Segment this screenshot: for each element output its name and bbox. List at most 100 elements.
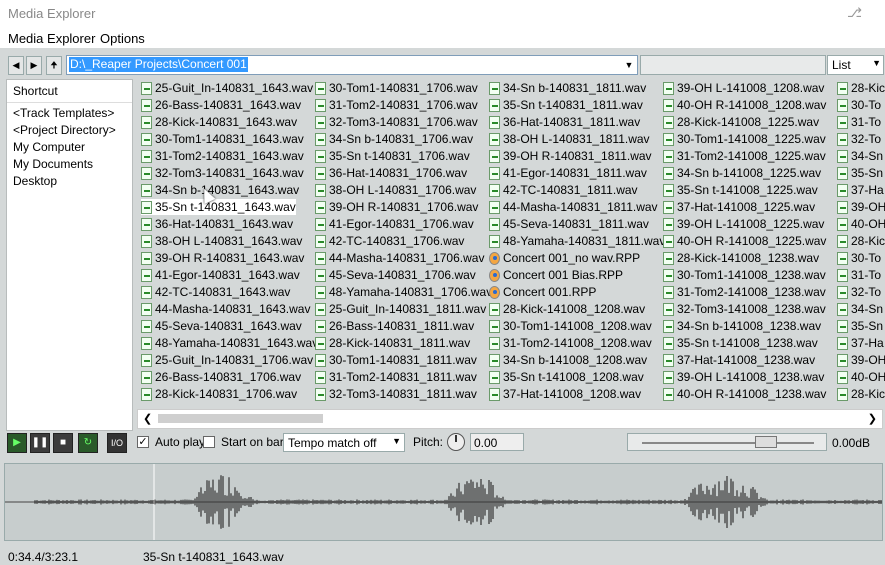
file-item[interactable]: 39-OH L-141008_1208.wav bbox=[663, 80, 824, 96]
file-item[interactable]: 34-Sn b-141008_1225.wav bbox=[663, 165, 821, 181]
file-item[interactable]: 25-Guit_In-140831_1811.wav bbox=[315, 301, 486, 317]
path-input[interactable]: D:\_Reaper Projects\Concert 001 ▼ bbox=[66, 55, 638, 75]
file-item[interactable]: 26-Bass-140831_1811.wav bbox=[315, 318, 474, 334]
stop-button[interactable]: ■ bbox=[53, 433, 73, 453]
file-item[interactable]: 41-Egor-140831_1643.wav bbox=[141, 267, 300, 283]
file-item[interactable]: 40-OH R-141008_1225.wav bbox=[663, 233, 826, 249]
file-item[interactable]: 40-OH bbox=[837, 216, 885, 232]
file-item[interactable]: 44-Masha-140831_1811.wav bbox=[489, 199, 658, 215]
file-item[interactable]: 37-Hat-141008_1238.wav bbox=[663, 352, 815, 368]
file-item[interactable]: 39-OH R-140831_1643.wav bbox=[141, 250, 304, 266]
file-item[interactable]: 34-Sn b-140831_1643.wav bbox=[141, 182, 299, 198]
file-item[interactable]: 37-Ha bbox=[837, 335, 884, 351]
file-item[interactable]: 28-Kic bbox=[837, 386, 885, 402]
file-item[interactable]: 28-Kick-141008_1225.wav bbox=[663, 114, 819, 130]
waveform-display[interactable] bbox=[4, 463, 883, 541]
file-item[interactable]: 42-TC-140831_1643.wav bbox=[141, 284, 290, 300]
file-item[interactable]: 26-Bass-140831_1706.wav bbox=[141, 369, 301, 385]
file-item[interactable]: 30-Tom1-140831_1706.wav bbox=[315, 80, 478, 96]
file-item[interactable]: 42-TC-140831_1811.wav bbox=[489, 182, 638, 198]
file-item[interactable]: 28-Kick-140831_1706.wav bbox=[141, 386, 297, 402]
file-item[interactable]: 37-Ha bbox=[837, 182, 884, 198]
io-button[interactable]: I/O bbox=[107, 433, 127, 453]
file-item[interactable]: 30-Tom1-141008_1238.wav bbox=[663, 267, 826, 283]
file-item[interactable]: 31-Tom2-141008_1225.wav bbox=[663, 148, 826, 164]
forward-icon[interactable]: ▶ bbox=[26, 56, 42, 75]
volume-slider[interactable] bbox=[627, 433, 827, 451]
file-item[interactable]: 28-Kick-140831_1643.wav bbox=[141, 114, 297, 130]
file-item[interactable]: 39-OH R-140831_1811.wav bbox=[489, 148, 652, 164]
file-item[interactable]: 32-Tom3-140831_1706.wav bbox=[315, 114, 478, 130]
file-item[interactable]: 32-To bbox=[837, 284, 881, 300]
file-item[interactable]: 40-OH bbox=[837, 369, 885, 385]
scroll-thumb[interactable] bbox=[158, 414, 323, 423]
file-item[interactable]: 45-Seva-140831_1706.wav bbox=[315, 267, 476, 283]
file-item[interactable]: 35-Sn bbox=[837, 165, 883, 181]
pause-button[interactable]: ❚❚ bbox=[30, 433, 50, 453]
file-item[interactable]: 28-Kick-141008_1238.wav bbox=[663, 250, 819, 266]
file-item[interactable]: 38-OH L-140831_1706.wav bbox=[315, 182, 476, 198]
file-item[interactable]: 35-Sn t-140831_1643.wav bbox=[141, 199, 296, 215]
file-item[interactable]: 30-To bbox=[837, 250, 881, 266]
volume-thumb[interactable] bbox=[754, 436, 777, 448]
file-item[interactable]: 28-Kick-141008_1208.wav bbox=[489, 301, 645, 317]
autoplay-checkbox[interactable]: ✓ bbox=[137, 436, 149, 448]
file-item[interactable]: 40-OH R-141008_1238.wav bbox=[663, 386, 826, 402]
sidebar-item-project-directory[interactable]: <Project Directory> bbox=[13, 123, 116, 137]
file-item[interactable]: 39-OH bbox=[837, 352, 885, 368]
horizontal-scrollbar[interactable]: ❮ ❯ bbox=[137, 409, 883, 429]
search-input[interactable] bbox=[640, 55, 826, 75]
file-item[interactable]: 36-Hat-140831_1643.wav bbox=[141, 216, 293, 232]
menu-media-explorer[interactable]: Media Explorer bbox=[8, 31, 95, 46]
file-item[interactable]: 31-To bbox=[837, 114, 881, 130]
file-item[interactable]: 48-Yamaha-140831_1706.wav bbox=[315, 284, 492, 300]
file-item[interactable]: 26-Bass-140831_1643.wav bbox=[141, 97, 301, 113]
file-item[interactable]: Concert 001 Bias.RPP bbox=[489, 267, 623, 283]
file-item[interactable]: 28-Kic bbox=[837, 233, 885, 249]
file-item[interactable]: 25-Guit_In-140831_1706.wav bbox=[141, 352, 313, 368]
sidebar-item-track-templates[interactable]: <Track Templates> bbox=[13, 106, 114, 120]
file-item[interactable]: Concert 001_no wav.RPP bbox=[489, 250, 640, 266]
file-item[interactable]: 34-Sn bbox=[837, 301, 883, 317]
sidebar-item-shortcut[interactable]: Shortcut bbox=[13, 84, 58, 98]
file-item[interactable]: 31-Tom2-140831_1706.wav bbox=[315, 97, 478, 113]
file-item[interactable]: 48-Yamaha-140831_1811.wav bbox=[489, 233, 665, 249]
file-item[interactable]: 31-Tom2-141008_1238.wav bbox=[663, 284, 826, 300]
file-item[interactable]: 31-Tom2-140831_1643.wav bbox=[141, 148, 304, 164]
pitch-input[interactable]: 0.00 bbox=[470, 433, 524, 451]
file-item[interactable]: 31-Tom2-141008_1208.wav bbox=[489, 335, 652, 351]
file-item[interactable]: 42-TC-140831_1706.wav bbox=[315, 233, 464, 249]
file-item[interactable]: 37-Hat-141008_1208.wav bbox=[489, 386, 641, 402]
file-item[interactable]: 31-To bbox=[837, 267, 881, 283]
scroll-right-icon[interactable]: ❯ bbox=[868, 412, 877, 425]
file-item[interactable]: 34-Sn b-141008_1238.wav bbox=[663, 318, 821, 334]
file-item[interactable]: 38-OH L-140831_1811.wav bbox=[489, 131, 650, 147]
file-item[interactable]: 45-Seva-140831_1811.wav bbox=[489, 216, 649, 232]
file-item[interactable]: 25-Guit_In-140831_1643.wav bbox=[141, 80, 313, 96]
sidebar-item-my-computer[interactable]: My Computer bbox=[13, 140, 85, 154]
sidebar-item-desktop[interactable]: Desktop bbox=[13, 174, 57, 188]
file-item[interactable]: 35-Sn t-141008_1238.wav bbox=[663, 335, 818, 351]
file-item[interactable]: 48-Yamaha-140831_1643.wav bbox=[141, 335, 318, 351]
tempo-match-select[interactable]: Tempo match off ▼ bbox=[283, 433, 405, 452]
file-item[interactable]: 30-To bbox=[837, 97, 881, 113]
repeat-button[interactable]: ↻ bbox=[78, 433, 98, 453]
file-item[interactable]: 31-Tom2-140831_1811.wav bbox=[315, 369, 477, 385]
back-icon[interactable]: ◀ bbox=[8, 56, 24, 75]
up-folder-icon[interactable]: 🠉 bbox=[46, 56, 62, 75]
sidebar-item-my-documents[interactable]: My Documents bbox=[13, 157, 93, 171]
file-item[interactable]: 38-OH L-140831_1643.wav bbox=[141, 233, 302, 249]
file-item[interactable]: 35-Sn bbox=[837, 318, 883, 334]
file-item[interactable]: 35-Sn t-140831_1811.wav bbox=[489, 97, 643, 113]
scroll-left-icon[interactable]: ❮ bbox=[143, 412, 152, 425]
file-item[interactable]: 35-Sn t-141008_1225.wav bbox=[663, 182, 818, 198]
file-item[interactable]: 35-Sn t-141008_1208.wav bbox=[489, 369, 644, 385]
file-item[interactable]: 32-To bbox=[837, 131, 881, 147]
pitch-knob[interactable] bbox=[447, 433, 465, 451]
file-item[interactable]: 40-OH R-141008_1208.wav bbox=[663, 97, 826, 113]
file-item[interactable]: 44-Masha-140831_1706.wav bbox=[315, 250, 484, 266]
file-item[interactable]: 39-OH L-141008_1225.wav bbox=[663, 216, 824, 232]
file-item[interactable]: 45-Seva-140831_1643.wav bbox=[141, 318, 302, 334]
file-item[interactable]: 36-Hat-140831_1706.wav bbox=[315, 165, 467, 181]
file-item[interactable]: 36-Hat-140831_1811.wav bbox=[489, 114, 640, 130]
